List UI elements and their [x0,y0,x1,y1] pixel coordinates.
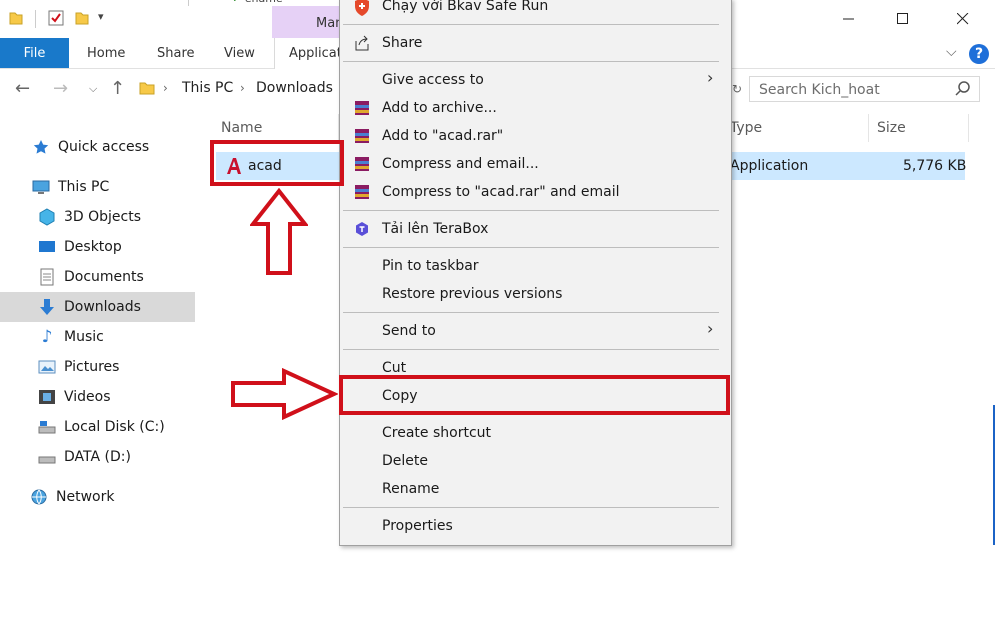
nav-this-pc[interactable]: This PC [0,172,195,202]
search-placeholder: Search Kich_hoat [759,82,880,98]
chevron-right-icon: › [707,319,714,338]
chevron-right-icon[interactable]: › [163,81,168,95]
nav-quick-access[interactable]: Quick access [0,132,195,162]
menu-item-add-to-archive[interactable]: Add to archive... [382,100,497,116]
column-header-name[interactable]: Name [221,120,262,136]
menu-item-delete[interactable]: Delete [382,453,428,469]
nav-local-disk-c[interactable]: Local Disk (C:) [0,412,195,442]
menu-separator [343,507,719,508]
back-arrow-icon[interactable]: ← [15,78,30,99]
column-divider [868,114,869,142]
menu-item-create-shortcut[interactable]: Create shortcut [382,425,491,441]
file-size: 5,776 KB [903,158,967,174]
forward-arrow-icon[interactable]: → [53,78,68,99]
right-arrow-annotation-icon [230,367,339,424]
menu-separator [343,349,719,350]
column-header-size[interactable]: Size [877,120,906,136]
refresh-icon[interactable]: ↻ [732,82,742,96]
bkav-shield-icon [352,0,372,17]
pictures-icon [38,358,56,376]
nav-network[interactable]: Network [0,482,195,512]
up-arrow-annotation-icon [248,187,310,280]
partial-title: ✓ ename [232,0,283,5]
menu-item-rename[interactable]: Rename [382,481,439,497]
tab-view[interactable]: View [224,46,255,61]
menu-item-restore-versions[interactable]: Restore previous versions [382,286,562,302]
network-icon [30,488,48,506]
folder-icon [8,10,24,26]
chevron-right-icon[interactable]: › [240,81,245,95]
menu-item-send-to[interactable]: Send to [382,323,436,339]
nav-pictures[interactable]: Pictures [0,352,195,382]
customize-qat-icon[interactable]: ▾ [98,10,104,23]
document-icon [38,268,56,286]
up-arrow-icon[interactable]: ↑ [110,78,125,99]
tab-home[interactable]: Home [87,46,125,61]
cube-icon [38,208,56,226]
properties-icon[interactable] [48,10,64,26]
menu-separator [343,247,719,248]
divider [188,0,189,6]
nav-3d-objects[interactable]: 3D Objects [0,202,195,232]
breadcrumb-this-pc[interactable]: This PC [182,80,233,96]
menu-item-bkav-safe-run[interactable]: Chạy với Bkav Safe Run [382,0,548,14]
nav-desktop[interactable]: Desktop [0,232,195,262]
music-note-icon: ♪ [41,327,53,347]
drive-icon [38,418,56,436]
expand-ribbon-icon[interactable]: ⌵ [946,44,957,60]
computer-icon [32,178,50,196]
nav-music[interactable]: ♪ Music [0,322,195,352]
new-folder-icon[interactable] [74,10,90,26]
winrar-icon [352,182,372,202]
manage-contextual-tab[interactable]: Man [272,6,343,38]
tab-share[interactable]: Share [157,46,195,61]
chevron-right-icon: › [707,68,714,87]
minimize-button[interactable] [826,4,872,34]
file-type: Application [730,158,809,174]
terabox-icon [352,219,372,239]
menu-item-compress-email[interactable]: Compress and email... [382,156,539,172]
menu-item-pin-taskbar[interactable]: Pin to taskbar [382,258,479,274]
column-header-type[interactable]: Type [730,120,762,136]
folder-icon [139,80,155,100]
column-divider [968,114,969,142]
breadcrumb-downloads[interactable]: Downloads [256,80,333,96]
menu-separator [343,312,719,313]
menu-separator [343,210,719,211]
tab-file[interactable]: File [0,38,69,68]
recent-locations-icon[interactable]: ⌵ [89,82,97,96]
menu-item-terabox[interactable]: Tải lên TeraBox [382,221,488,237]
star-icon [32,138,50,156]
winrar-icon [352,154,372,174]
nav-data-d[interactable]: DATA (D:) [0,442,195,472]
search-icon [955,81,971,101]
help-icon[interactable]: ? [969,44,989,64]
menu-item-give-access[interactable]: Give access to [382,72,484,88]
menu-item-cut[interactable]: Cut [382,360,406,376]
maximize-button[interactable] [880,4,926,34]
winrar-icon [352,98,372,118]
download-arrow-icon [38,298,56,316]
divider [35,10,36,28]
share-icon [352,33,372,53]
nav-documents[interactable]: Documents [0,262,195,292]
menu-separator [343,24,719,25]
tab-application-tools[interactable]: Applicatio [274,38,353,69]
menu-item-properties[interactable]: Properties [382,518,453,534]
nav-videos[interactable]: Videos [0,382,195,412]
nav-downloads[interactable]: Downloads [0,292,195,322]
film-icon [38,388,56,406]
menu-item-share[interactable]: Share [382,35,422,51]
search-input[interactable]: Search Kich_hoat [749,76,980,102]
menu-separator [343,61,719,62]
menu-item-compress-rar-email[interactable]: Compress to "acad.rar" and email [382,184,619,200]
winrar-icon [352,126,372,146]
drive-icon [38,448,56,466]
close-button[interactable] [940,4,986,34]
highlight-box-copy [339,375,730,415]
highlight-box-file [210,140,344,186]
desktop-icon [38,238,56,256]
menu-item-add-to-rar[interactable]: Add to "acad.rar" [382,128,503,144]
